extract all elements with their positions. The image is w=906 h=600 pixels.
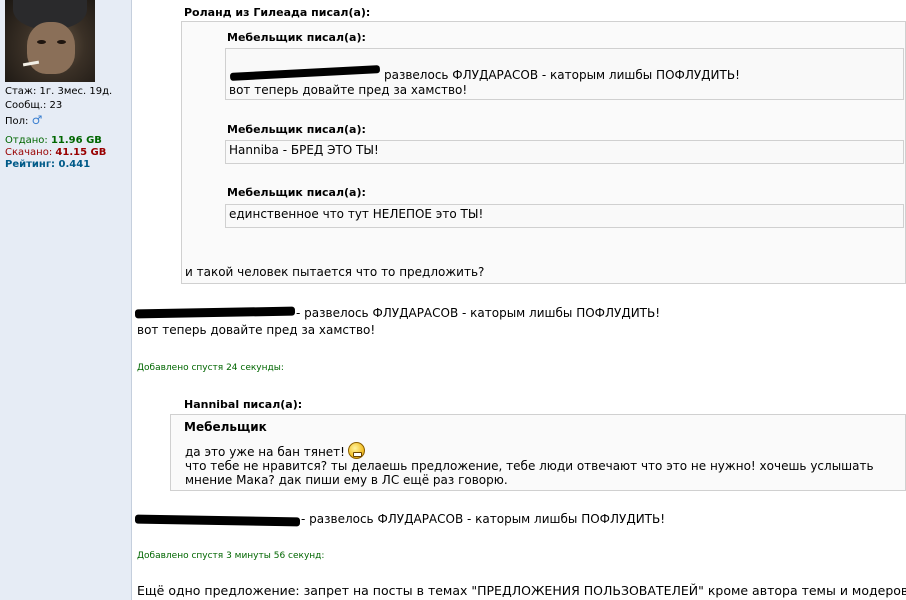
profile-gender: Пол: ♂ <box>5 114 42 128</box>
added-note-2: Добавлено спустя 3 минуты 56 секунд: <box>137 551 325 561</box>
profile-rating-label: Рейтинг: <box>5 159 56 170</box>
profile-downloaded: Скачано: 41.15 GB <box>5 147 106 159</box>
nested-quote-3: единственное что тут НЕЛЕПОЕ это ТЫ! <box>225 204 904 228</box>
profile-rating: Рейтинг: 0.441 <box>5 159 90 171</box>
nested-quote-2: Hanniba - БРЕД ЭТО ТЫ! <box>225 140 904 164</box>
hannibal-quote-line3: мнение Мака? дак пиши ему в ЛС ещё раз г… <box>185 473 508 487</box>
last-post-line: Ещё одно предложение: запрет на посты в … <box>137 583 906 598</box>
avatar[interactable] <box>5 0 95 82</box>
male-icon: ♂ <box>31 113 43 127</box>
nested-quote-1-line2: вот теперь довайте пред за хамство! <box>229 83 468 97</box>
hannibal-quote-box: Мебельщик да это уже на бан тянет! что т… <box>170 414 906 491</box>
quoted-name: Мебельщик <box>184 420 267 434</box>
reply-1-line1: - развелось ФЛУДАРАСОВ - каторым лишбы П… <box>296 306 661 320</box>
profile-posts: Сообщ.: 23 <box>5 100 63 111</box>
avatar-face <box>27 22 75 74</box>
added-note-1: Добавлено спустя 24 секунды: <box>137 363 284 373</box>
profile-uploaded-label: Отдано: <box>5 135 48 146</box>
hannibal-quote-line1-text: да это уже на бан тянет! <box>185 445 345 459</box>
redaction-scribble <box>134 514 301 527</box>
reply-1-line2: вот теперь довайте пред за хамство! <box>137 323 376 337</box>
profile-rating-value: 0.441 <box>58 159 91 170</box>
profile-uploaded-value: 11.96 GB <box>50 135 102 146</box>
redaction-scribble <box>134 306 296 319</box>
profile-downloaded-label: Скачано: <box>5 147 53 158</box>
user-profile-panel: Стаж: 1г. 3мес. 19д. Сообщ.: 23 Пол: ♂ О… <box>0 0 132 600</box>
reply-2-line1: - развелось ФЛУДАРАСОВ - каторым лишбы П… <box>301 512 666 526</box>
outer-quote-footer: и такой человек пытается что то предложи… <box>185 265 485 279</box>
avatar-eye <box>37 40 46 44</box>
profile-uploaded: Отдано: 11.96 GB <box>5 135 102 147</box>
outer-quote-box: Мебельщик писал(а): развелось ФЛУДАРАСОВ… <box>181 21 906 284</box>
quote-author: Hannibal писал(а): <box>184 398 303 411</box>
nested-quote-author: Мебельщик писал(а): <box>227 31 366 44</box>
profile-gender-label: Пол: <box>5 116 29 127</box>
nested-quote-author: Мебельщик писал(а): <box>227 123 366 136</box>
profile-stazh: Стаж: 1г. 3мес. 19д. <box>5 86 113 97</box>
avatar-eye <box>57 40 66 44</box>
profile-downloaded-value: 41.15 GB <box>55 147 107 158</box>
nested-quote-author: Мебельщик писал(а): <box>227 186 366 199</box>
quote-author: Роланд из Гилеада писал(а): <box>184 6 371 19</box>
grin-smiley-icon <box>347 442 365 459</box>
nested-quote-1: развелось ФЛУДАРАСОВ - каторым лишбы ПОФ… <box>225 48 904 100</box>
